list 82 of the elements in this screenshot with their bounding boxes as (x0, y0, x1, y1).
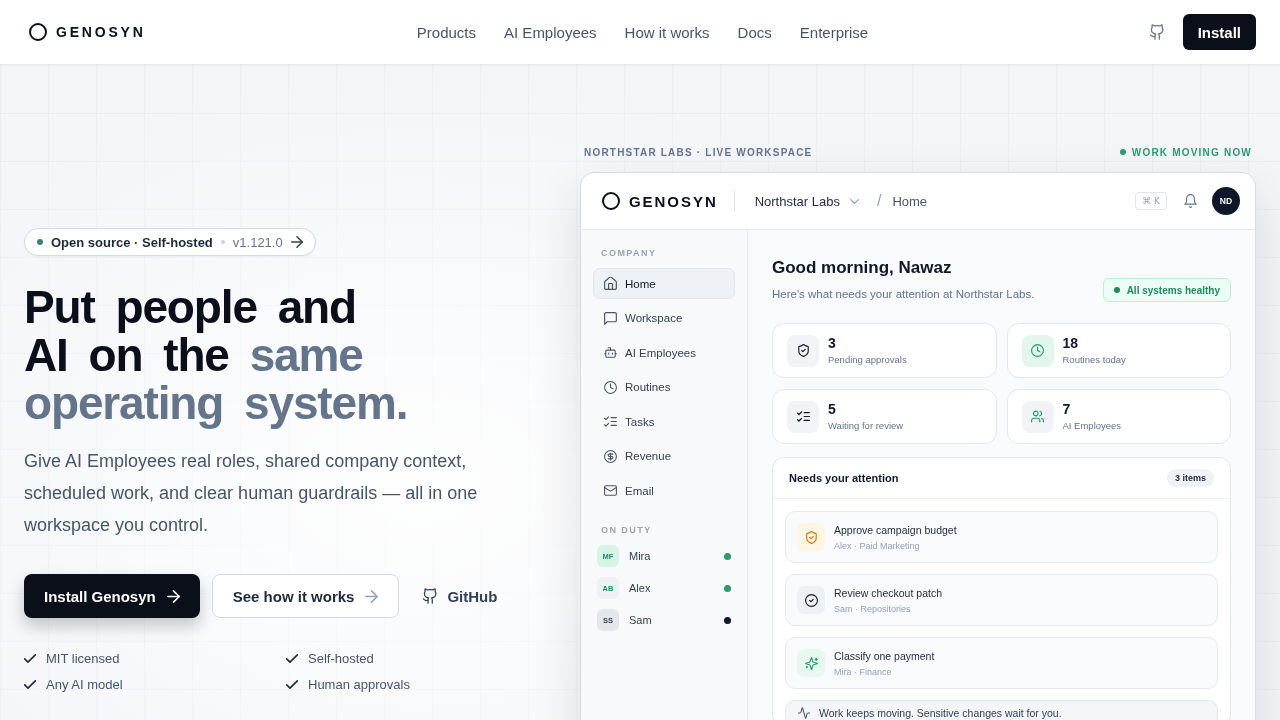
stat-label: AI Employees (1062, 419, 1122, 432)
hero-heading: Put people and AI on the same operating system. (24, 283, 409, 427)
chevron-down-icon (849, 198, 859, 204)
ring-logo-icon (602, 192, 620, 210)
feature-label: Self-hosted (308, 650, 374, 666)
feature-label: Human approvals (308, 676, 410, 692)
status-label: WORK MOVING NOW (1131, 146, 1252, 158)
person-name: Alex (629, 582, 651, 594)
status-dot-icon (37, 239, 43, 245)
check-icon (24, 653, 36, 663)
pulse-icon (798, 707, 810, 719)
home-icon (604, 277, 617, 290)
task-meta: Sam · Repositories (834, 602, 912, 615)
nav-link[interactable]: AI Employees (504, 23, 597, 41)
separator-dot-icon (220, 240, 225, 244)
github-link[interactable]: GitHub (423, 587, 498, 605)
sidebar-item[interactable]: Tasks (593, 406, 735, 437)
github-icon[interactable] (1149, 24, 1165, 40)
greeting-subtitle: Here's what needs your attention at Northstar Labs. (772, 287, 1035, 302)
robot-icon (604, 346, 617, 359)
greeting-heading: Good morning, Nawaz (772, 257, 953, 279)
panel-title: Needs your attention (789, 472, 899, 484)
task-title: Approve campaign budget (834, 522, 957, 537)
nav-link[interactable]: Products (416, 23, 477, 41)
health-label: All systems healthy (1126, 284, 1220, 296)
sidebar-item[interactable]: Revenue (593, 440, 735, 472)
sidebar-item[interactable]: Workspace (593, 302, 735, 334)
user-avatar[interactable]: ND (1212, 187, 1240, 215)
brand-name: GENOSYN (56, 24, 146, 40)
person-name: Sam (629, 614, 652, 626)
bell-icon[interactable] (1184, 194, 1197, 208)
workspace-switcher[interactable]: Northstar Labs (754, 193, 859, 209)
task-card[interactable]: Approve campaign budget Alex · Paid Marketing (785, 511, 1218, 563)
dollar-icon (604, 449, 617, 463)
envelope-icon (604, 484, 617, 497)
banner-text: Work keeps moving. Sensitive changes wait for you. (819, 706, 1062, 720)
preview-caption: NORTHSTAR LABS · LIVE WORKSPACE (584, 146, 813, 158)
stat-value: 5 (828, 401, 837, 418)
github-icon (423, 588, 439, 604)
hero-description: Give AI Employees real roles, shared company context, scheduled work, and clear human guardrails — all in one workspace you control. (24, 450, 479, 537)
stat-value: 3 (828, 335, 837, 352)
arrow-right-icon (290, 236, 303, 248)
task-card[interactable]: Review checkout patch Sam · Repositories (785, 574, 1218, 626)
nav-link[interactable]: Docs (737, 23, 772, 41)
stat-label: Pending approvals (828, 353, 907, 366)
task-title: Classify one payment (834, 648, 935, 663)
status-dot-icon (1113, 287, 1120, 293)
item-count: 3 items (1166, 469, 1214, 487)
checklist-icon (604, 415, 617, 428)
task-meta: Mira · Finance (834, 665, 893, 678)
release-link[interactable]: Open source · Self-hosted v1.121.0 (24, 228, 316, 256)
sidebar-item[interactable]: Routines (593, 371, 735, 403)
secondary-button[interactable]: See how it works (211, 574, 400, 618)
install-button[interactable]: Install (1182, 14, 1256, 50)
stat-label: Routines today (1062, 353, 1126, 366)
stat-value: 7 (1062, 401, 1072, 418)
sidebar-section-label: ON DUTY (600, 524, 653, 536)
nav-link[interactable]: How it works (624, 23, 710, 41)
sidebar-item[interactable]: Email (593, 475, 735, 506)
sidebar-item[interactable]: Home (593, 268, 735, 299)
breadcrumb-link[interactable]: Home (892, 193, 928, 209)
check-icon (24, 679, 36, 689)
clock-icon (604, 380, 617, 394)
person-name: Mira (629, 550, 651, 562)
chat-bubble-icon (604, 311, 617, 325)
feature-label: MIT licensed (46, 650, 120, 666)
stat-value: 18 (1062, 335, 1080, 352)
task-card[interactable]: Classify one payment Mira · Finance (785, 637, 1218, 689)
check-icon (286, 653, 298, 663)
check-icon (286, 679, 298, 689)
ring-logo-icon (29, 23, 47, 41)
brand-name: GENOSYN (629, 192, 718, 210)
status-dot-icon (1119, 149, 1126, 155)
task-meta: Alex · Paid Marketing (834, 539, 921, 552)
stat-label: Waiting for review (828, 419, 904, 432)
task-title: Review checkout patch (834, 585, 942, 600)
sidebar-section-label: COMPANY (600, 247, 658, 259)
sidebar-item[interactable]: AI Employees (593, 337, 735, 368)
nav-link[interactable]: Enterprise (799, 23, 869, 41)
breadcrumb-separator: / (876, 192, 882, 210)
feature-label: Any AI model (46, 676, 123, 692)
primary-button[interactable]: Install Genosyn (24, 574, 200, 618)
